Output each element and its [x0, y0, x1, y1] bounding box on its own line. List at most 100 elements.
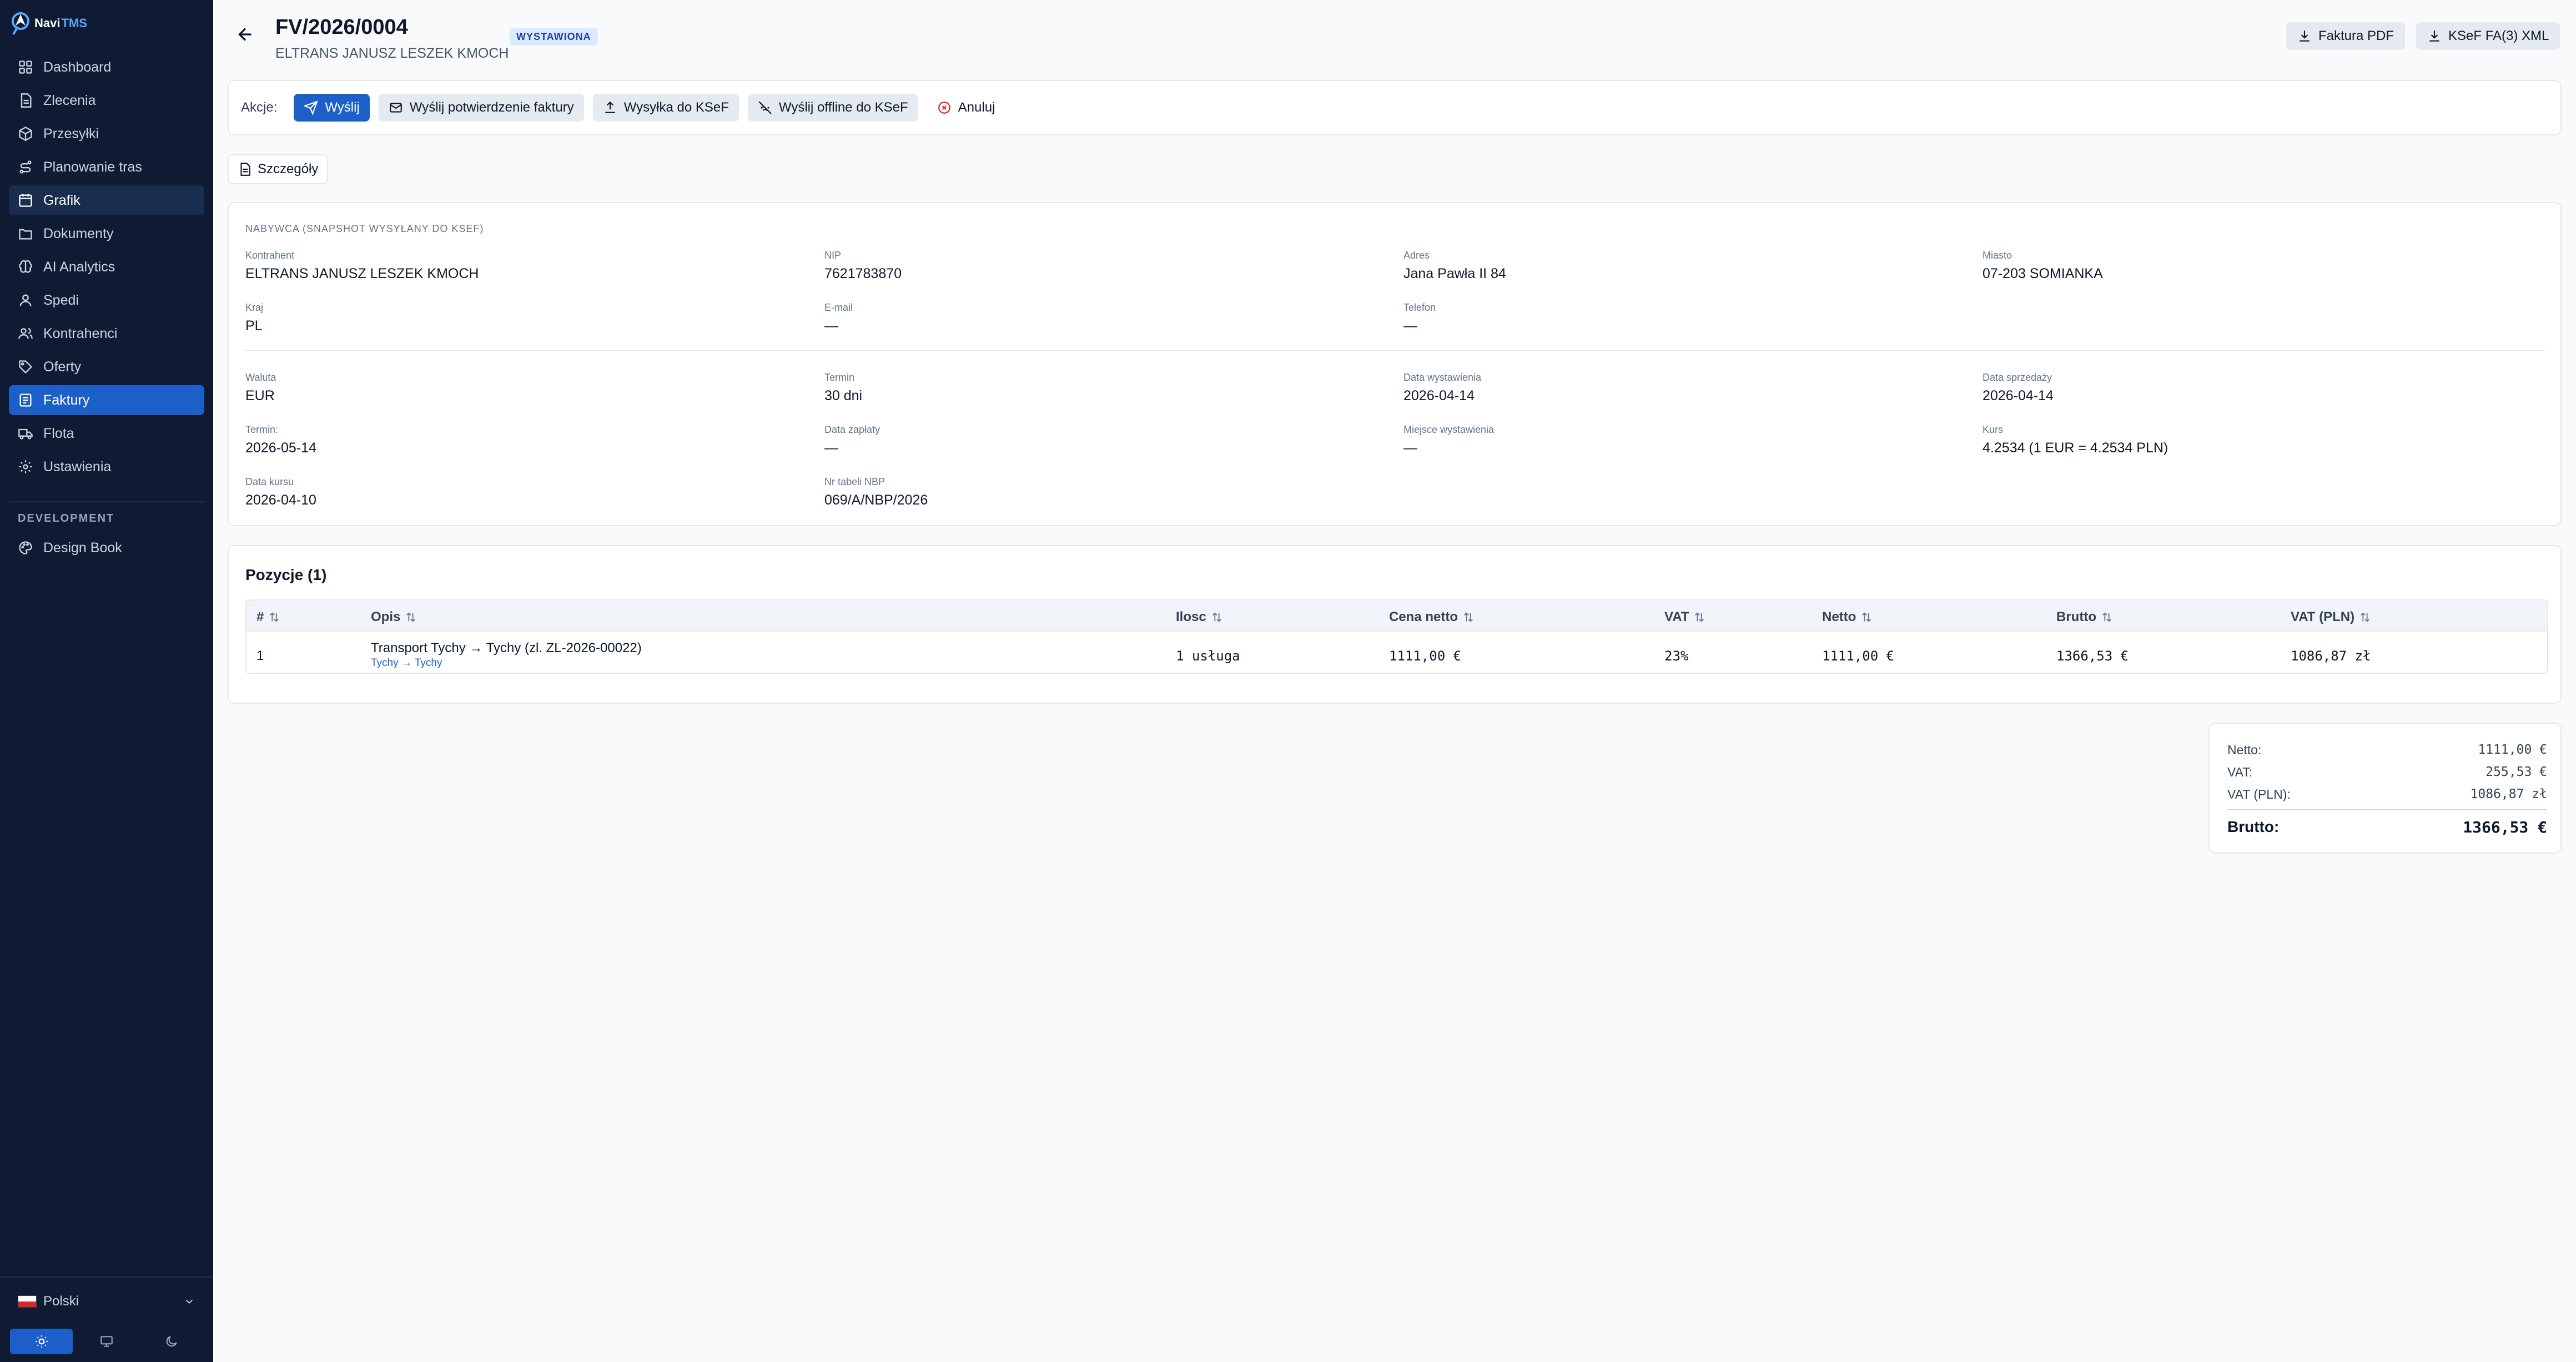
sidebar-item-kontrahenci[interactable]: Kontrahenci [9, 319, 204, 349]
language-select[interactable]: Polski [9, 1285, 204, 1318]
sidebar-item-przesylki[interactable]: Przesyłki [9, 119, 204, 149]
cancel-button[interactable]: Anuluj [927, 94, 1005, 122]
sidebar-item-flota[interactable]: Flota [9, 418, 204, 448]
sort-icon [2102, 612, 2111, 622]
column-header-netto[interactable]: Netto [1822, 609, 1873, 625]
cell-quantity: 1 usługa [1176, 648, 1240, 664]
field-label: Kraj [245, 302, 264, 313]
sidebar-item-faktury[interactable]: Faktury [9, 385, 204, 415]
monitor-icon [100, 1336, 113, 1347]
theme-light-button[interactable] [10, 1329, 73, 1354]
positions-card: Pozycje (1) # Opis Ilosc Cena netto VAT … [228, 545, 2562, 704]
summary-card: Netto: 1111,00 € VAT: 255,53 € VAT (PLN)… [2208, 723, 2562, 854]
field-value: — [824, 318, 838, 334]
summary-divider [2227, 809, 2547, 810]
page-title: FV/2026/0004 [275, 16, 408, 39]
summary-label: Netto: [2227, 743, 2262, 757]
field-email: E-mail — [824, 302, 853, 334]
field-label: Miejsce wystawienia [1403, 424, 1495, 435]
brand-logo[interactable]: NaviTMS [10, 8, 87, 39]
field-value: 2026-04-10 [245, 492, 316, 508]
details-divider [245, 350, 2545, 351]
column-header-brutto[interactable]: Brutto [2056, 609, 2113, 625]
sidebar: NaviTMS Dashboard Zlecenia Przesyłki Pla… [0, 0, 213, 1362]
sidebar-item-dokumenty[interactable]: Dokumenty [9, 219, 204, 249]
status-badge: WYSTAWIONA [510, 28, 598, 46]
send-confirmation-button[interactable]: Wyślij potwierdzenie faktury [378, 94, 584, 122]
sidebar-item-grafik[interactable]: Grafik [9, 185, 204, 215]
brand-suffix: TMS [61, 16, 87, 30]
cancel-label: Anuluj [958, 100, 995, 115]
column-header-cena-netto[interactable]: Cena netto [1389, 609, 1475, 625]
sort-icon [1212, 612, 1221, 622]
sidebar-bottom-divider [0, 1277, 213, 1278]
field-label: Adres [1403, 250, 1430, 261]
field-kurs: Kurs 4.2534 (1 EUR = 4.2534 PLN) [1983, 424, 2168, 456]
invoice-pdf-label: Faktura PDF [2318, 28, 2394, 43]
tab-details-label: Szczegóły [258, 162, 319, 176]
cell-gross: 1366,53 € [2056, 648, 2129, 664]
sort-icon [1695, 612, 1704, 622]
field-value: 7621783870 [824, 266, 902, 281]
sidebar-item-label: Dashboard [43, 59, 112, 75]
sidebar-item-label: Planowanie tras [43, 159, 142, 175]
column-header-vat-pln[interactable]: VAT (PLN) [2291, 609, 2371, 625]
field-label: Termin [824, 372, 855, 383]
field-value: PL [245, 318, 263, 334]
field-value: ELTRANS JANUSZ LESZEK KMOCH [245, 266, 479, 281]
upload-icon [605, 101, 615, 113]
offline-ksef-button[interactable]: Wyślij offline do KSeF [747, 94, 918, 122]
summary-vat-pln-row: VAT (PLN): 1086,87 zł [2227, 787, 2547, 802]
field-label: Miasto [1983, 250, 2012, 261]
positions-table: # Opis Ilosc Cena netto VAT Netto Brutto… [245, 599, 2548, 674]
field-value: 2026-05-14 [245, 440, 316, 456]
field-label: Nr tabeli NBP [824, 476, 886, 487]
sort-icon [1464, 612, 1473, 622]
column-header-number[interactable]: # [256, 609, 280, 625]
cell-vat-rate: 23% [1664, 648, 1689, 664]
sidebar-item-zlecenia[interactable]: Zlecenia [9, 85, 204, 115]
field-label: Data sprzedaży [1983, 372, 2052, 383]
column-header-ilosc[interactable]: Ilosc [1176, 609, 1223, 625]
details-card: NABYWCA (SNAPSHOT WYSYŁANY DO KSEF) Kont… [228, 202, 2562, 526]
truck-icon [18, 428, 33, 440]
page-subtitle: ELTRANS JANUSZ LESZEK KMOCH [275, 46, 509, 61]
sidebar-item-oferty[interactable]: Oferty [9, 352, 204, 382]
send-button[interactable]: Wyślij [294, 94, 370, 122]
sidebar-item-design-book[interactable]: Design Book [9, 533, 204, 563]
dev-section-title: DEVELOPMENT [18, 512, 115, 524]
summary-netto-row: Netto: 1111,00 € [2227, 743, 2547, 758]
sidebar-item-dashboard[interactable]: Dashboard [9, 52, 204, 82]
field-label: Termin: [245, 424, 279, 435]
column-header-label: Cena netto [1389, 609, 1458, 624]
sidebar-item-spedi[interactable]: Spedi [9, 285, 204, 315]
moon-icon [166, 1336, 178, 1347]
field-miejsce-wystawienia: Miejsce wystawienia — [1403, 424, 1494, 456]
ksef-send-label: Wysyłka do KSeF [623, 100, 729, 115]
sidebar-item-planowanie-tras[interactable]: Planowanie tras [9, 152, 204, 182]
field-value: — [1403, 318, 1417, 334]
actions-label: Akcje: [241, 100, 278, 115]
sidebar-item-ai-analytics[interactable]: AI Analytics [9, 252, 204, 282]
cell-route-link[interactable]: Tychy → Tychy [371, 657, 442, 669]
invoice-pdf-button[interactable]: Faktura PDF [2286, 22, 2406, 50]
sort-icon [1862, 612, 1871, 622]
tag-icon [19, 360, 33, 374]
file-text-icon [240, 163, 250, 176]
back-arrow-icon[interactable] [235, 24, 255, 44]
tab-details[interactable]: Szczegóły [228, 154, 329, 184]
ksef-xml-button[interactable]: KSeF FA(3) XML [2416, 22, 2560, 50]
field-value: 069/A/NBP/2026 [824, 492, 928, 508]
theme-system-button[interactable] [75, 1329, 138, 1354]
sidebar-item-ustawienia[interactable]: Ustawienia [9, 452, 204, 482]
theme-dark-button[interactable] [140, 1329, 203, 1354]
ksef-send-button[interactable]: Wysyłka do KSeF [592, 94, 739, 122]
column-header-opis[interactable]: Opis [371, 609, 417, 625]
field-data-sprzedazy: Data sprzedaży 2026-04-14 [1983, 372, 2054, 404]
summary-brutto-row: Brutto: 1366,53 € [2227, 818, 2547, 836]
column-header-vat[interactable]: VAT [1664, 609, 1705, 625]
field-value: 07-203 SOMIANKA [1983, 266, 2103, 281]
field-value: — [1403, 440, 1417, 456]
offline-ksef-label: Wyślij offline do KSeF [778, 100, 908, 115]
cell-description: Transport Tychy → Tychy (zl. ZL-2026-000… [371, 640, 642, 655]
